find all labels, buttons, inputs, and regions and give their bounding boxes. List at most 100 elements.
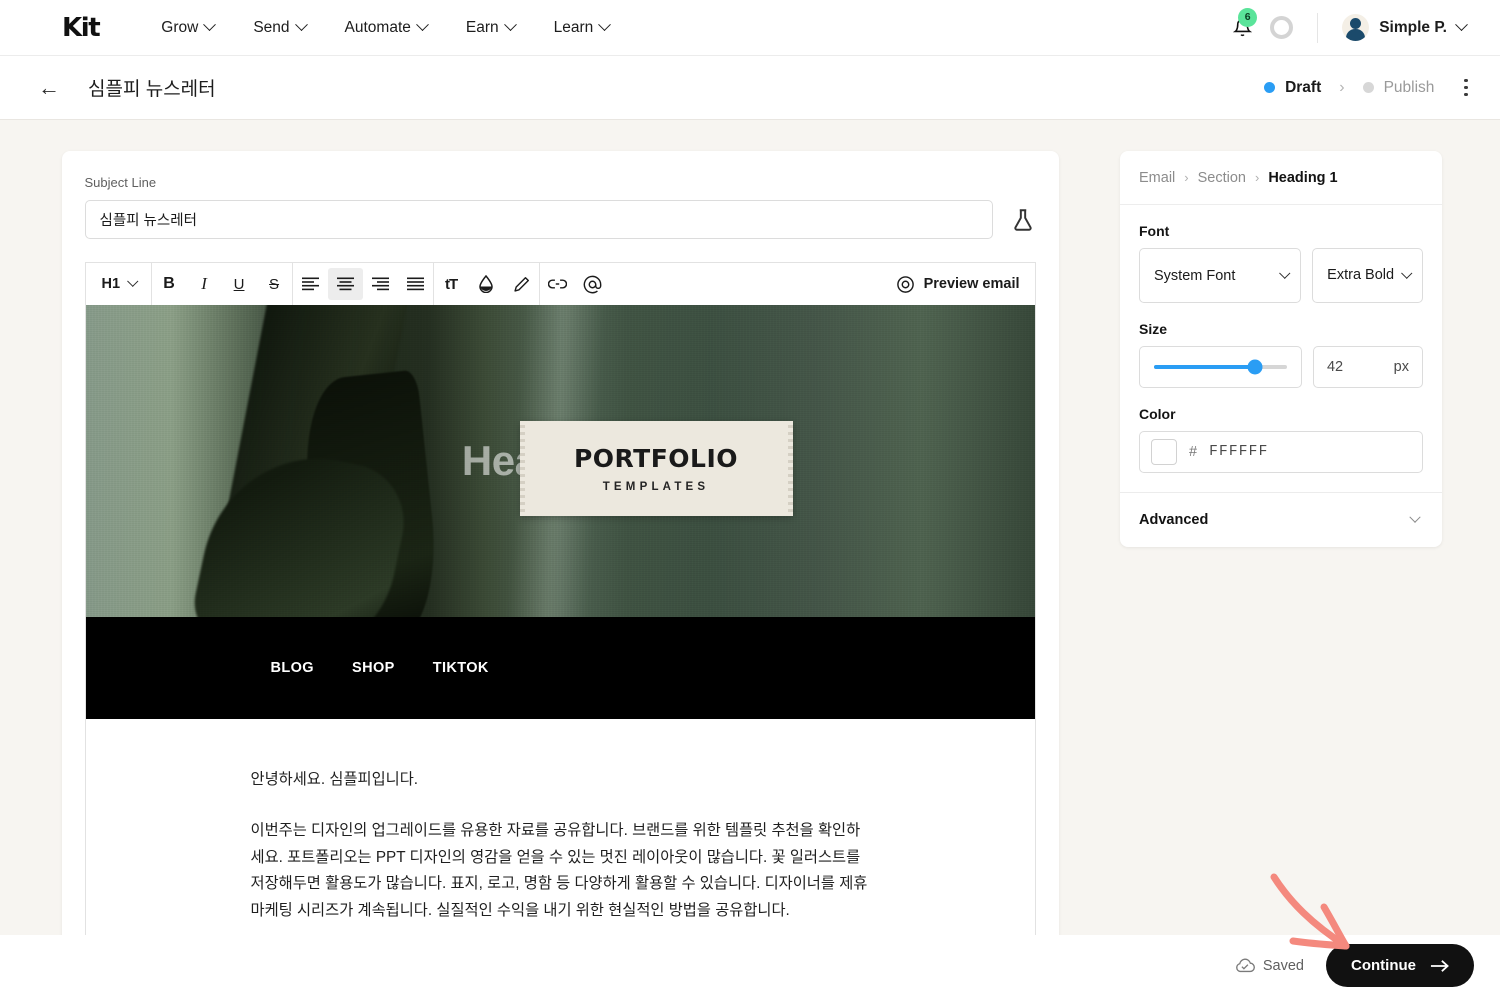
nav-divider [1317, 12, 1319, 43]
notifications-button[interactable]: 6 [1225, 7, 1259, 45]
page-title: 심플피 뉴스레터 [88, 79, 216, 100]
insert-group [540, 263, 610, 305]
step-publish[interactable]: Publish [1362, 79, 1434, 97]
italic-button[interactable]: I [187, 268, 222, 300]
hero-image-block[interactable]: Heading 1 PORTFOLIO TEMPLATES [85, 305, 1035, 617]
nav-item-earn[interactable]: Earn [465, 18, 517, 37]
text-size-button[interactable]: tT [434, 268, 469, 300]
text-color-button[interactable] [504, 268, 539, 300]
font-size-value: 42 [1326, 359, 1344, 375]
link-button[interactable] [540, 268, 575, 300]
top-navigation-bar: Kit Grow Send Automate Earn Learn 6 Simp… [0, 0, 1500, 56]
breadcrumb-separator: › [1254, 170, 1260, 185]
user-name: Simple P. [1379, 18, 1447, 36]
subject-line-label: Subject Line [84, 175, 157, 190]
droplet-icon [479, 275, 493, 293]
email-nav-link-shop[interactable]: SHOP [352, 660, 395, 676]
advanced-section-toggle[interactable]: Advanced [1139, 493, 1423, 547]
chevron-down-icon [203, 18, 217, 32]
user-menu[interactable]: Simple P. [1342, 14, 1468, 41]
email-canvas: Heading 1 PORTFOLIO TEMPLATES BLOG SHOP … [84, 305, 1036, 951]
editor-column: Subject Line H1 B I U S [0, 120, 1120, 996]
strikethrough-button[interactable]: S [257, 268, 292, 300]
color-label: Color [1139, 406, 1176, 422]
font-size-input[interactable]: 42 px [1312, 346, 1423, 388]
breadcrumb: Email › Section › Heading 1 [1120, 151, 1442, 205]
breadcrumb-item-email[interactable]: Email [1139, 170, 1175, 186]
breadcrumb-item-section[interactable]: Section [1198, 170, 1246, 186]
align-justify-button[interactable] [398, 268, 433, 300]
align-left-button[interactable] [293, 268, 328, 300]
size-controls: 42 px [1139, 346, 1423, 388]
align-justify-icon [406, 277, 424, 291]
email-nav-link-tiktok[interactable]: TIKTOK [433, 660, 489, 676]
nav-item-label: Earn [465, 18, 499, 36]
underline-button[interactable]: U [222, 268, 257, 300]
status-dot-publish [1362, 82, 1374, 93]
align-left-icon [301, 277, 319, 291]
bottom-action-bar: Saved Continue [0, 935, 1500, 996]
continue-button[interactable]: Continue [1326, 944, 1474, 987]
chevron-down-icon [294, 18, 308, 32]
document-header: ← 심플피 뉴스레터 Draft › Publish [0, 56, 1500, 120]
nav-item-label: Grow [161, 18, 199, 36]
color-swatch[interactable] [1151, 439, 1177, 465]
step-separator: › [1339, 78, 1345, 96]
step-draft[interactable]: Draft [1264, 79, 1321, 97]
font-size-slider[interactable] [1139, 346, 1302, 388]
more-options-icon[interactable] [1464, 78, 1468, 97]
avatar [1342, 14, 1370, 41]
font-family-select[interactable]: System Font [1139, 248, 1302, 303]
text-style-group: B I U S [152, 263, 292, 305]
nav-item-label: Send [253, 18, 290, 36]
flask-icon[interactable] [1010, 207, 1036, 233]
kit-logo[interactable]: Kit [62, 15, 101, 41]
color-hex-value[interactable]: FFFFFF [1209, 444, 1268, 460]
email-nav-link-blog[interactable]: BLOG [271, 660, 315, 676]
email-paragraph: 이번주는 디자인의 업그레이드를 유용한 자료를 공유합니다. 브랜드를 위한 … [250, 822, 868, 919]
bold-button[interactable]: B [152, 268, 187, 300]
rich-text-toolbar: H1 B I U S tT Preview email [84, 262, 1036, 306]
align-center-button[interactable] [327, 268, 363, 300]
properties-column: Email › Section › Heading 1 Font System … [1120, 120, 1500, 996]
nav-item-automate[interactable]: Automate [344, 18, 429, 37]
color-hash: # [1189, 444, 1198, 460]
nav-item-send[interactable]: Send [253, 18, 308, 37]
chevron-down-icon [1409, 511, 1421, 523]
align-center-icon [336, 277, 354, 291]
font-family-value: System Font [1154, 267, 1236, 284]
font-controls: System Font Extra Bold [1139, 248, 1423, 303]
notification-badge: 6 [1238, 7, 1258, 27]
breadcrumb-item-current: Heading 1 [1268, 169, 1338, 186]
progress-ring-icon[interactable] [1270, 16, 1294, 39]
heading-level-select[interactable]: H1 [86, 263, 151, 305]
subject-input[interactable] [84, 200, 993, 239]
align-right-button[interactable] [363, 268, 398, 300]
page-body: Subject Line H1 B I U S [0, 120, 1500, 996]
properties-body: Font System Font Extra Bold Size 42 px C… [1120, 205, 1442, 547]
subject-row [84, 200, 1036, 239]
continue-button-label: Continue [1351, 957, 1416, 974]
primary-nav: Grow Send Automate Earn Learn [161, 18, 612, 37]
email-body-text[interactable]: 안녕하세요. 심플피입니다. 이번주는 디자인의 업그레이드를 유용한 자료를 … [85, 719, 1035, 925]
slider-thumb[interactable] [1247, 359, 1263, 375]
align-right-icon [371, 277, 389, 291]
preview-email-button[interactable]: Preview email [896, 275, 1020, 294]
eye-icon [896, 275, 914, 293]
mention-button[interactable] [575, 268, 610, 300]
highlight-color-button[interactable] [469, 268, 504, 300]
pencil-icon [513, 276, 529, 292]
nav-item-label: Automate [344, 18, 411, 36]
nav-item-grow[interactable]: Grow [161, 18, 217, 37]
back-button[interactable]: ← [38, 76, 60, 99]
nav-item-label: Learn [553, 18, 594, 36]
format-group: tT [434, 263, 539, 305]
nav-item-learn[interactable]: Learn [553, 18, 612, 37]
portfolio-label: PORTFOLIO TEMPLATES [519, 421, 793, 516]
color-field[interactable]: # FFFFFF [1139, 431, 1423, 473]
font-weight-select[interactable]: Extra Bold [1312, 248, 1423, 303]
chevron-down-icon [1455, 18, 1468, 32]
breadcrumb-separator: › [1184, 170, 1189, 185]
link-icon [547, 279, 567, 289]
alignment-group [293, 263, 433, 305]
